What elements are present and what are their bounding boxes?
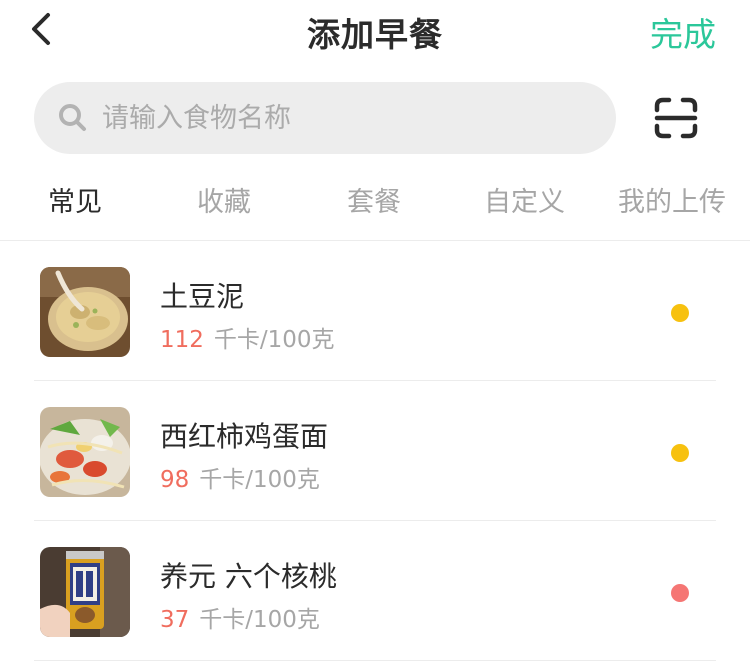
calorie-value: 37 [160, 607, 190, 633]
tab-common[interactable]: 常见 [48, 180, 102, 219]
list-item[interactable]: 养元 六个核桃 37 千卡/100克 [0, 521, 750, 661]
calorie-unit: 千卡/100克 [199, 467, 320, 493]
list-divider [34, 660, 716, 661]
tab-my-uploads[interactable]: 我的上传 [618, 180, 726, 219]
calorie-value: 112 [160, 327, 204, 353]
scan-icon [654, 97, 698, 139]
health-indicator-dot [671, 584, 689, 602]
category-tabs: 常见 收藏 套餐 自定义 我的上传 [0, 180, 750, 226]
food-thumbnail [40, 547, 130, 637]
tab-meal-sets[interactable]: 套餐 [347, 180, 401, 219]
food-calories: 37 千卡/100克 [160, 600, 320, 634]
tab-custom[interactable]: 自定义 [484, 180, 565, 219]
food-name: 土豆泥 [160, 280, 245, 313]
food-thumbnail [40, 407, 130, 497]
scan-button[interactable] [652, 96, 700, 140]
list-item[interactable]: 土豆泥 112 千卡/100克 [0, 241, 750, 381]
search-input[interactable] [102, 102, 582, 134]
page-title: 添加早餐 [307, 15, 443, 54]
search-bar[interactable] [34, 82, 616, 154]
list-item[interactable]: 西红柿鸡蛋面 98 千卡/100克 [0, 381, 750, 521]
calorie-unit: 千卡/100克 [213, 327, 335, 353]
done-button[interactable]: 完成 [650, 8, 716, 56]
food-name: 西红柿鸡蛋面 [160, 420, 329, 453]
food-thumbnail [40, 267, 130, 357]
calorie-value: 98 [160, 467, 190, 493]
tab-favorites[interactable]: 收藏 [197, 180, 251, 219]
food-calories: 98 千卡/100克 [160, 460, 320, 494]
food-name: 养元 六个核桃 [160, 560, 337, 593]
health-indicator-dot [671, 304, 689, 322]
food-calories: 112 千卡/100克 [160, 320, 335, 354]
calorie-unit: 千卡/100克 [199, 607, 320, 633]
health-indicator-dot [671, 444, 689, 462]
search-icon [59, 104, 86, 131]
food-list: 土豆泥 112 千卡/100克 西红柿鸡蛋面 98 千卡/100克 养元 六个核… [0, 241, 750, 661]
